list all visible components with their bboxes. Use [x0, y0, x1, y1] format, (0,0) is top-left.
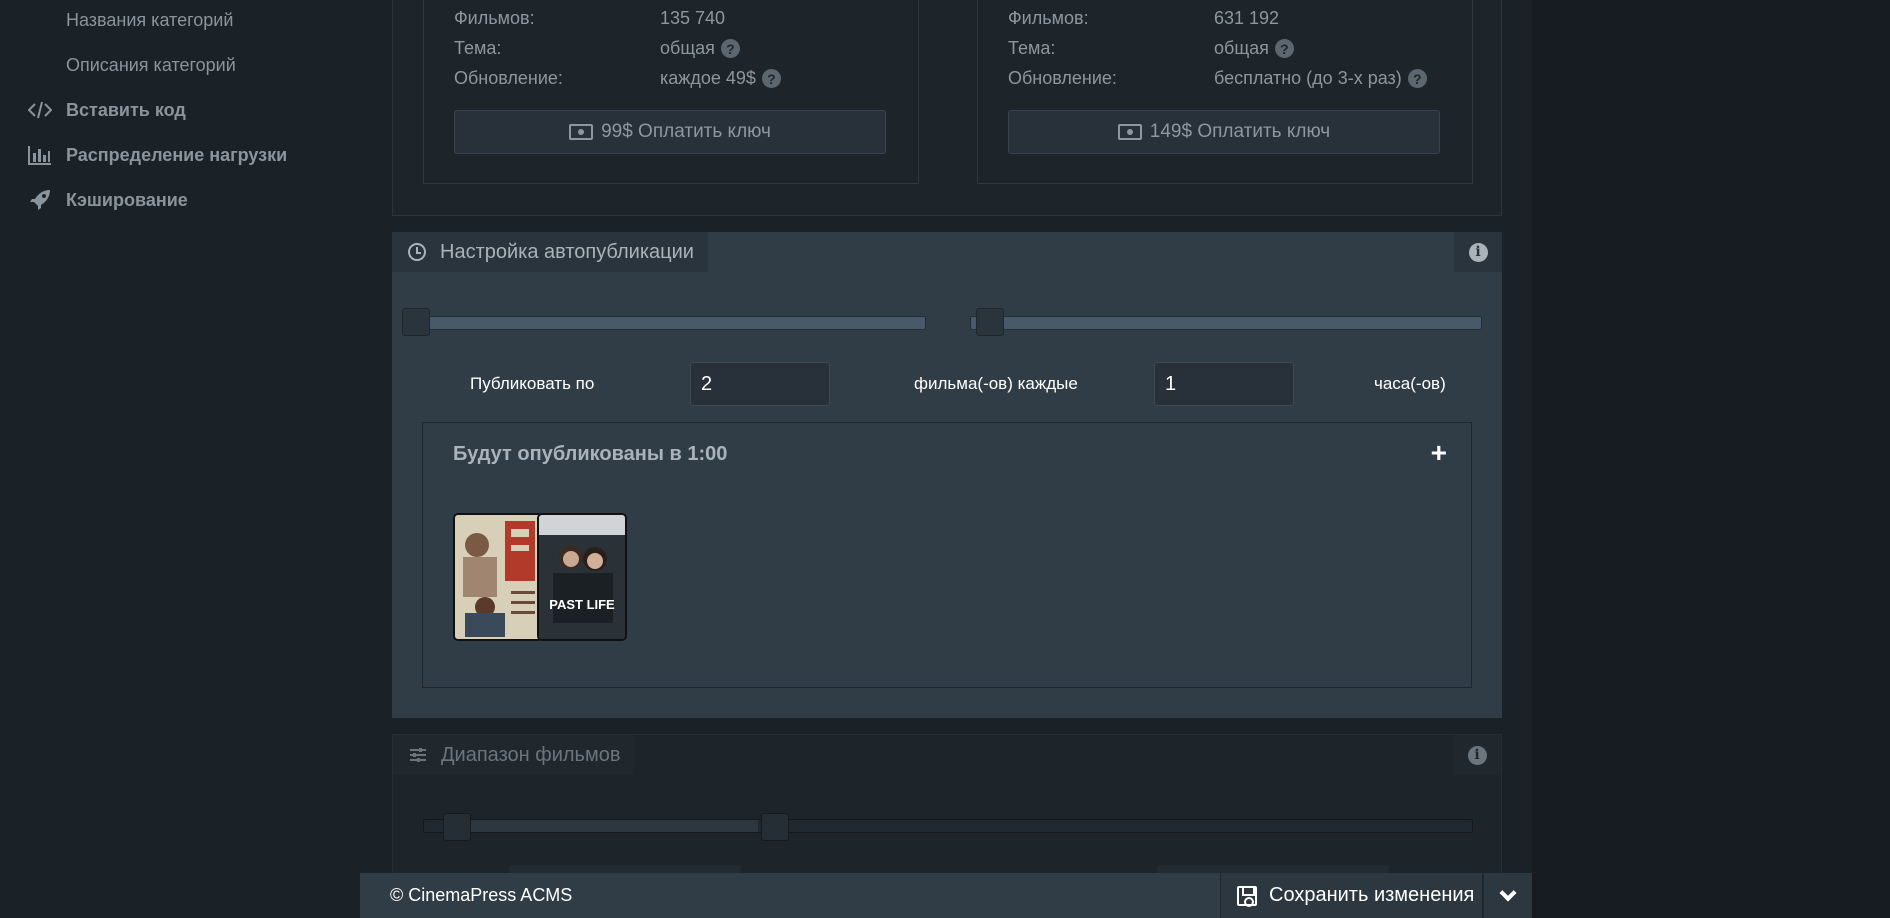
sliders-icon	[410, 748, 426, 762]
range-header: Диапазон фильмов	[393, 735, 635, 775]
poster-2[interactable]: PAST LIFE	[537, 513, 627, 641]
panel-title: Настройка автопубликации	[440, 240, 694, 263]
publish-label: Публиковать по	[470, 374, 595, 393]
hours-input[interactable]	[1154, 362, 1294, 406]
question-icon[interactable]: ?	[1274, 39, 1294, 58]
panel-title: Диапазон фильмов	[441, 743, 621, 766]
info-button[interactable]: i	[1454, 232, 1502, 272]
question-icon[interactable]: ?	[761, 69, 781, 88]
pay-key-button-149[interactable]: 149$ Оплатить ключ	[1008, 110, 1440, 154]
scheduled-box: Будут опубликованы в 1:00 + PAST LIFE	[422, 422, 1472, 688]
info-button[interactable]: i	[1453, 735, 1501, 775]
footer-bar: © CinemaPress ACMS Сохранить изменения	[360, 873, 1532, 918]
hours-slider[interactable]	[970, 316, 1482, 330]
question-icon[interactable]: ?	[1407, 69, 1427, 88]
floppy-icon	[1237, 885, 1257, 907]
hours-label: часа(-ов)	[1374, 374, 1446, 393]
info-icon: i	[1467, 745, 1487, 765]
sidebar-item-category-descriptions[interactable]: Описания категорий	[66, 55, 236, 76]
autopublish-panel: Настройка автопубликации i Публиковать п…	[392, 232, 1502, 718]
sidebar-item-insert-code[interactable]: Вставить код	[28, 98, 186, 122]
question-icon[interactable]: ?	[720, 39, 740, 58]
sidebar-item-load-balancing[interactable]: Распределение нагрузки	[28, 143, 287, 167]
plan-card-1: Фильмов: 135 740 Тема: общая? Обновление: к…	[423, 0, 919, 184]
films-count: 135 740	[660, 8, 726, 28]
sidebar-item-caching[interactable]: Кэширование	[28, 188, 188, 212]
plans-panel: Фильмов: 135 740 Тема: общая? Обновление: к…	[392, 0, 1502, 216]
money-icon	[569, 124, 594, 140]
range-slider[interactable]	[423, 819, 1473, 833]
expand-button[interactable]	[1482, 873, 1532, 918]
poster-title: PAST LIFE	[549, 597, 615, 612]
films-count: 631 192	[1214, 8, 1280, 28]
poster-1[interactable]	[453, 513, 543, 641]
sidebar: Названия категорий Описания категорий Вс…	[0, 0, 360, 918]
range-handle-max[interactable]	[761, 813, 789, 841]
rocket-icon	[28, 188, 52, 212]
hours-slider-handle[interactable]	[976, 308, 1004, 336]
plan-card-2: Фильмов: 631 192 Тема: общая? Обновление: б…	[977, 0, 1473, 184]
money-icon	[1117, 124, 1142, 140]
chevron-down-icon	[1499, 884, 1517, 901]
autopublish-header: Настройка автопубликации	[392, 232, 708, 272]
info-icon: i	[1468, 242, 1488, 262]
main-content: Фильмов: 135 740 Тема: общая? Обновление: к…	[360, 0, 1532, 918]
save-button[interactable]: Сохранить изменения	[1220, 873, 1482, 918]
films-slider-handle[interactable]	[402, 308, 430, 336]
films-count-input[interactable]	[690, 362, 830, 406]
bar-chart-icon	[28, 143, 52, 167]
clock-icon	[408, 243, 426, 261]
films-every-label: фильма(-ов) каждые	[914, 374, 1078, 393]
scheduled-title: Будут опубликованы в 1:00	[453, 443, 728, 465]
sidebar-item-category-names[interactable]: Названия категорий	[66, 10, 233, 31]
copyright: © CinemaPress ACMS	[390, 885, 573, 905]
range-handle-min[interactable]	[443, 813, 471, 841]
films-slider[interactable]	[406, 316, 926, 330]
pay-key-button-99[interactable]: 99$ Оплатить ключ	[454, 110, 886, 154]
code-icon	[28, 98, 52, 122]
range-fill	[458, 820, 758, 832]
plus-icon[interactable]: +	[1431, 439, 1447, 467]
